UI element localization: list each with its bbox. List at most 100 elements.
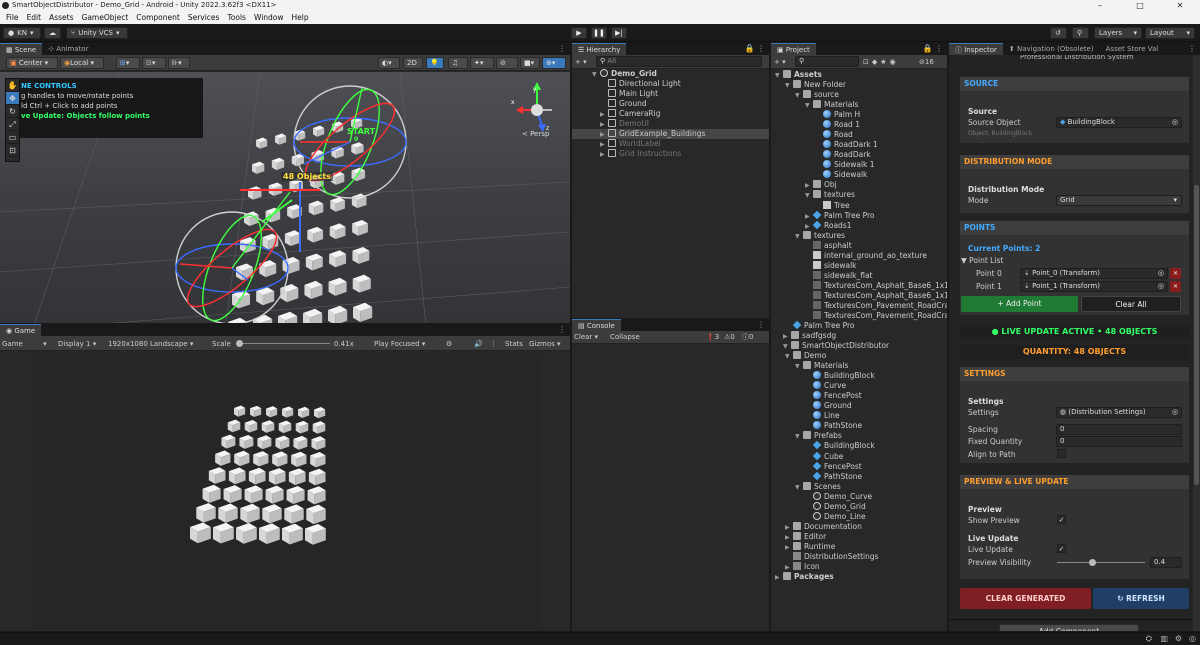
- game-viewport[interactable]: [34, 354, 540, 630]
- create-button[interactable]: + ▾: [575, 56, 587, 68]
- tab-navigation[interactable]: ⬆ Navigation (Obsolete): [1003, 43, 1100, 55]
- fixed-quantity-input[interactable]: 0: [1056, 436, 1182, 447]
- tab-hierarchy[interactable]: ☰ Hierarchy: [572, 43, 627, 55]
- stats-button[interactable]: Stats: [505, 338, 523, 350]
- project-item[interactable]: ▼ New Folder: [771, 80, 947, 90]
- scale-slider[interactable]: [236, 340, 330, 347]
- project-item[interactable]: Line: [771, 411, 947, 421]
- hierarchy-item[interactable]: Main Light: [572, 89, 769, 99]
- pause-button[interactable]: ❚❚: [591, 27, 607, 39]
- close-icon[interactable]: ✕: [1160, 0, 1200, 11]
- network-icon[interactable]: ⛭: [1146, 634, 1152, 644]
- point-1-field[interactable]: ⇣ Point_1 (Transform) ◎: [1020, 281, 1168, 292]
- point-0-field[interactable]: ⇣ Point_0 (Transform) ◎: [1020, 268, 1168, 279]
- scene-viewport[interactable]: 48 Objects START 0 NE CONTROLS g handles…: [0, 72, 570, 323]
- source-object-field[interactable]: ◆ BuildingBlock ◎: [1056, 117, 1182, 128]
- menu-assets[interactable]: Assets: [45, 11, 77, 24]
- panel-menu-icon[interactable]: ⋮: [558, 43, 566, 55]
- project-item[interactable]: FencePost: [771, 461, 947, 472]
- console-menu-icon[interactable]: ⋮: [757, 319, 765, 331]
- refresh-button[interactable]: ↻ REFRESH: [1093, 588, 1189, 609]
- project-search-input[interactable]: ⚲: [795, 56, 859, 67]
- error-count-badge[interactable]: ❗3: [706, 331, 719, 343]
- status-check-icon[interactable]: ◎: [1189, 634, 1196, 643]
- project-item[interactable]: ▼ Scenes: [771, 481, 947, 492]
- expand-arrow-icon[interactable]: ▶: [775, 573, 783, 583]
- project-item[interactable]: ▼ Materials: [771, 361, 947, 371]
- project-item[interactable]: FencePost: [771, 391, 947, 401]
- grid-snap-button[interactable]: ⊞▾: [116, 57, 140, 69]
- project-item[interactable]: PathStone: [771, 421, 947, 431]
- hierarchy-menu-icon[interactable]: 🔒 ⋮: [744, 43, 765, 55]
- point-list-foldout[interactable]: ▼ Point List: [961, 256, 1003, 265]
- gizmos-dropdown[interactable]: Gizmos ▾: [529, 338, 561, 350]
- project-item[interactable]: Sidewalk: [771, 170, 947, 180]
- tab-asset-store-validator[interactable]: Asset Store Val: [1100, 43, 1165, 55]
- settings-asset-field[interactable]: ◍ (Distribution Settings) ◎: [1056, 407, 1182, 418]
- project-item[interactable]: Curve: [771, 381, 947, 391]
- project-item[interactable]: RoadDark: [771, 150, 947, 160]
- space-dropdown[interactable]: ◉Local ▾: [60, 57, 104, 69]
- project-item[interactable]: TexturesCom_Pavement_RoadCracks: [771, 300, 947, 311]
- align-to-path-checkbox[interactable]: [1057, 449, 1066, 458]
- align-button[interactable]: ⊪▾: [168, 57, 190, 69]
- mode-dropdown[interactable]: Grid ▾: [1056, 195, 1182, 206]
- live-update-checkbox[interactable]: ✓: [1057, 544, 1066, 553]
- play-mode-dropdown[interactable]: Play Focused ▾: [374, 338, 425, 350]
- tab-console[interactable]: ▤ Console: [572, 319, 621, 331]
- rect-tool-icon[interactable]: ▭: [6, 131, 19, 144]
- hidden-packages-badge[interactable]: ⊘16: [919, 56, 934, 68]
- project-item[interactable]: Cube: [771, 451, 947, 462]
- project-item[interactable]: TexturesCom_Asphalt_Base6_1x1_512: [771, 290, 947, 301]
- hierarchy-item[interactable]: Directional Light: [572, 79, 769, 89]
- hierarchy-item[interactable]: ▶ WorldLabel: [572, 139, 769, 149]
- camera-settings-button[interactable]: ■▾: [520, 57, 540, 69]
- project-item[interactable]: ▼ textures: [771, 190, 947, 200]
- project-item[interactable]: Ground: [771, 401, 947, 411]
- hierarchy-search-input[interactable]: ⚲ All: [596, 56, 762, 67]
- project-create-button[interactable]: + ▾: [774, 56, 786, 68]
- project-item[interactable]: ▼ source: [771, 90, 947, 100]
- add-component-button[interactable]: Add Component: [999, 624, 1139, 631]
- history-button[interactable]: ↺: [1050, 27, 1067, 39]
- hierarchy-item[interactable]: Ground: [572, 99, 769, 109]
- inspector-scrollbar-thumb[interactable]: [1194, 185, 1199, 485]
- project-item[interactable]: Palm Tree Pro: [771, 320, 947, 331]
- game-view-dropdown[interactable]: Game ▾: [2, 338, 50, 350]
- project-item[interactable]: ▼ textures: [771, 230, 947, 241]
- minimize-icon[interactable]: –: [1080, 0, 1120, 11]
- snap-increment-button[interactable]: ⊟▾: [142, 57, 166, 69]
- inspector-scrollbar[interactable]: [1193, 55, 1200, 631]
- display-dropdown[interactable]: Display 1 ▾: [58, 338, 96, 350]
- transform-tool-icon[interactable]: ⊡: [6, 144, 19, 157]
- add-point-button[interactable]: + Add Point: [961, 296, 1078, 312]
- hierarchy-item[interactable]: ▶ DemoUI: [572, 119, 769, 129]
- project-item[interactable]: ▼ SmartObjectDistributor: [771, 341, 947, 351]
- project-item[interactable]: Tree: [771, 200, 947, 211]
- project-item[interactable]: Road 1: [771, 120, 947, 130]
- project-item[interactable]: ▼ Assets: [771, 70, 947, 80]
- cloud-button[interactable]: ☁: [44, 27, 61, 39]
- rotate-tool-icon[interactable]: ↻: [6, 105, 19, 118]
- project-item[interactable]: sidewalk_flat: [771, 270, 947, 281]
- scale-slider-thumb[interactable]: [236, 340, 243, 347]
- shading-mode-button[interactable]: ◐▾: [378, 57, 400, 69]
- game-panel-menu-icon[interactable]: ⋮: [558, 324, 566, 336]
- project-item[interactable]: RoadDark 1: [771, 140, 947, 150]
- resolution-dropdown[interactable]: 1920x1080 Landscape ▾: [108, 338, 193, 350]
- game-menu-icon[interactable]: ⋮: [490, 338, 497, 350]
- show-preview-checkbox[interactable]: ✓: [1057, 515, 1066, 524]
- menu-gameobject[interactable]: GameObject: [78, 11, 133, 24]
- project-item[interactable]: ▶ Roads1: [771, 220, 947, 231]
- clear-all-button[interactable]: Clear All: [1081, 296, 1181, 312]
- account-button[interactable]: ● KN ▾: [3, 27, 41, 39]
- layers-dropdown[interactable]: Layers ▾: [1094, 27, 1142, 39]
- spacing-input[interactable]: 0: [1056, 424, 1182, 435]
- mute-audio-icon[interactable]: 🔊: [474, 338, 483, 350]
- console-collapse-button[interactable]: Collapse: [610, 331, 640, 343]
- clear-generated-button[interactable]: CLEAR GENERATED: [960, 588, 1091, 609]
- project-item[interactable]: Demo_Line: [771, 511, 947, 522]
- console-clear-dropdown[interactable]: Clear ▾: [574, 331, 598, 343]
- frame-debugger-icon[interactable]: ⚙: [446, 338, 452, 350]
- project-item[interactable]: internal_ground_ao_texture: [771, 250, 947, 261]
